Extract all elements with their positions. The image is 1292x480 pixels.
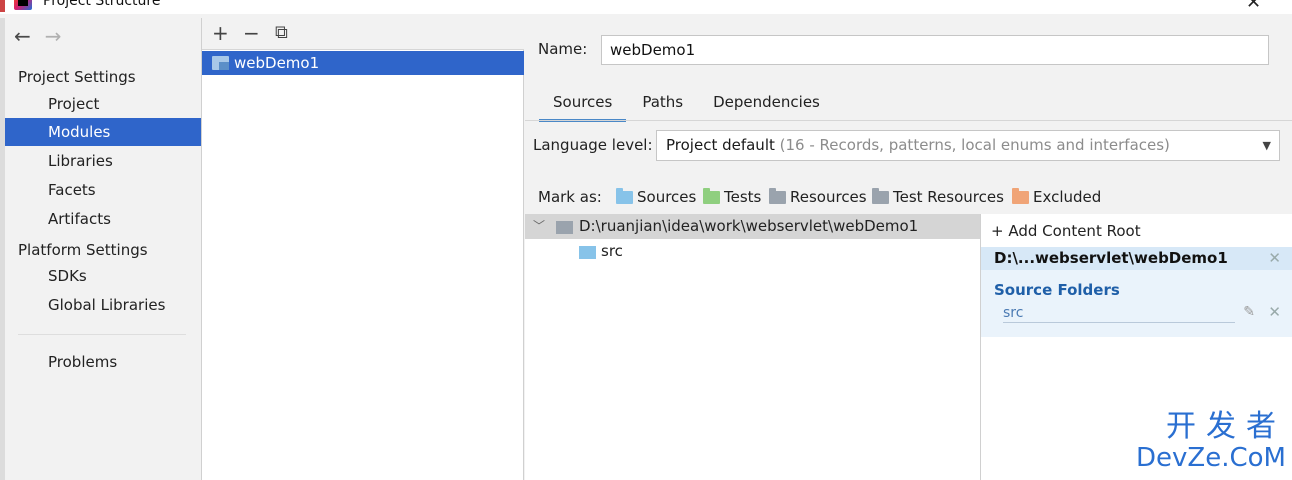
mark-excluded-button[interactable]: Excluded bbox=[1012, 188, 1101, 206]
sources-folder-icon bbox=[616, 188, 633, 204]
mark-excluded-label: Excluded bbox=[1033, 188, 1102, 206]
settings-nav: ← → Project Settings Project Modules Lib… bbox=[0, 18, 202, 480]
mark-resources-button[interactable]: Resources bbox=[769, 188, 867, 206]
nav-item-libraries[interactable]: Libraries bbox=[5, 147, 201, 175]
history-arrows: ← → bbox=[14, 26, 62, 48]
module-icon bbox=[212, 56, 229, 70]
content-root-tree: ﹀ D:\ruanjian\idea\work\webservlet\webDe… bbox=[525, 214, 980, 480]
language-level-detail: (16 - Records, patterns, local enums and… bbox=[779, 136, 1170, 154]
content-root-header: D:\...webservlet\webDemo1 ✕ bbox=[981, 247, 1292, 270]
tree-root-row[interactable]: ﹀ D:\ruanjian\idea\work\webservlet\webDe… bbox=[525, 214, 980, 239]
name-label: Name: bbox=[538, 40, 588, 58]
src-label: src bbox=[601, 242, 623, 260]
back-arrow-icon[interactable]: ← bbox=[14, 26, 31, 48]
language-level-label: Language level: bbox=[533, 136, 653, 154]
tab-paths[interactable]: Paths bbox=[628, 86, 697, 120]
excluded-folder-icon bbox=[1012, 188, 1029, 204]
mark-tests-label: Tests bbox=[724, 188, 762, 206]
nav-item-problems[interactable]: Problems bbox=[5, 348, 201, 376]
tab-dependencies[interactable]: Dependencies bbox=[699, 86, 834, 120]
add-content-root-label: Add Content Root bbox=[1008, 222, 1141, 240]
nav-item-project[interactable]: Project bbox=[5, 90, 201, 118]
resources-folder-icon bbox=[769, 188, 786, 204]
plus-icon: + bbox=[991, 222, 1004, 240]
nav-item-sdks[interactable]: SDKs bbox=[5, 262, 201, 290]
mark-resources-label: Resources bbox=[790, 188, 867, 206]
add-module-icon[interactable]: + bbox=[212, 22, 229, 44]
modules-toolbar: + − ⧉ bbox=[202, 18, 524, 50]
mark-as-label: Mark as: bbox=[538, 188, 602, 206]
tree-src-row[interactable]: src bbox=[525, 239, 980, 264]
nav-divider bbox=[18, 334, 186, 335]
source-folders-title: Source Folders bbox=[994, 281, 1120, 299]
module-tabs: Sources Paths Dependencies bbox=[539, 86, 836, 122]
src-folder-icon bbox=[579, 246, 596, 259]
nav-item-global-libraries[interactable]: Global Libraries bbox=[5, 291, 201, 319]
module-label: webDemo1 bbox=[234, 54, 320, 72]
chevron-down-icon[interactable]: ﹀ bbox=[533, 214, 545, 239]
root-folder-icon bbox=[556, 221, 573, 234]
test-resources-folder-icon bbox=[872, 188, 889, 204]
mark-sources-button[interactable]: Sources bbox=[616, 188, 696, 206]
remove-content-root-icon[interactable]: ✕ bbox=[1268, 247, 1281, 270]
mark-test-resources-label: Test Resources bbox=[893, 188, 1004, 206]
content-root-path: D:\...webservlet\webDemo1 bbox=[994, 249, 1228, 267]
language-level-value: Project default bbox=[666, 136, 775, 154]
tests-folder-icon bbox=[703, 188, 720, 204]
watermark-cn: 开发者 bbox=[1166, 409, 1286, 444]
watermark-en: DevZe.CoM bbox=[1136, 443, 1286, 473]
remove-module-icon[interactable]: − bbox=[243, 22, 260, 44]
window-title: Project Structure bbox=[43, 0, 161, 9]
module-name-input[interactable]: webDemo1 bbox=[601, 35, 1269, 65]
add-content-root-button[interactable]: + Add Content Root bbox=[991, 222, 1141, 240]
module-item-webdemo1[interactable]: webDemo1 bbox=[202, 51, 524, 75]
language-level-select[interactable]: Project default (16 - Records, patterns,… bbox=[656, 130, 1280, 161]
title-bar: Project Structure ✕ bbox=[0, 0, 1292, 14]
source-folder-entry[interactable]: src bbox=[1003, 304, 1235, 323]
nav-edge bbox=[0, 18, 5, 480]
dropdown-caret-icon: ▼ bbox=[1262, 139, 1271, 152]
copy-module-icon[interactable]: ⧉ bbox=[275, 22, 288, 44]
edit-pencil-icon[interactable]: ✎ bbox=[1243, 304, 1255, 320]
content-root-block: D:\...webservlet\webDemo1 ✕ Source Folde… bbox=[981, 247, 1292, 337]
nav-item-facets[interactable]: Facets bbox=[5, 176, 201, 204]
partial-window-icon bbox=[0, 0, 5, 12]
close-window-button[interactable]: ✕ bbox=[1246, 0, 1261, 13]
root-path-label: D:\ruanjian\idea\work\webservlet\webDemo… bbox=[579, 217, 919, 235]
tabs-divider bbox=[525, 120, 1292, 121]
mark-test-resources-button[interactable]: Test Resources bbox=[872, 188, 1004, 206]
project-settings-header: Project Settings bbox=[18, 68, 136, 86]
nav-item-modules[interactable]: Modules bbox=[5, 118, 201, 146]
mark-sources-label: Sources bbox=[637, 188, 697, 206]
mark-tests-button[interactable]: Tests bbox=[703, 188, 761, 206]
modules-pane: + − ⧉ webDemo1 bbox=[202, 18, 524, 480]
forward-arrow-icon[interactable]: → bbox=[45, 26, 62, 48]
nav-item-artifacts[interactable]: Artifacts bbox=[5, 205, 201, 233]
tab-sources[interactable]: Sources bbox=[539, 86, 627, 122]
platform-settings-header: Platform Settings bbox=[18, 241, 148, 259]
remove-source-folder-icon[interactable]: ✕ bbox=[1268, 303, 1281, 321]
intellij-app-icon bbox=[14, 0, 32, 10]
watermark: 开发者 DevZe.CoM bbox=[1134, 409, 1286, 473]
